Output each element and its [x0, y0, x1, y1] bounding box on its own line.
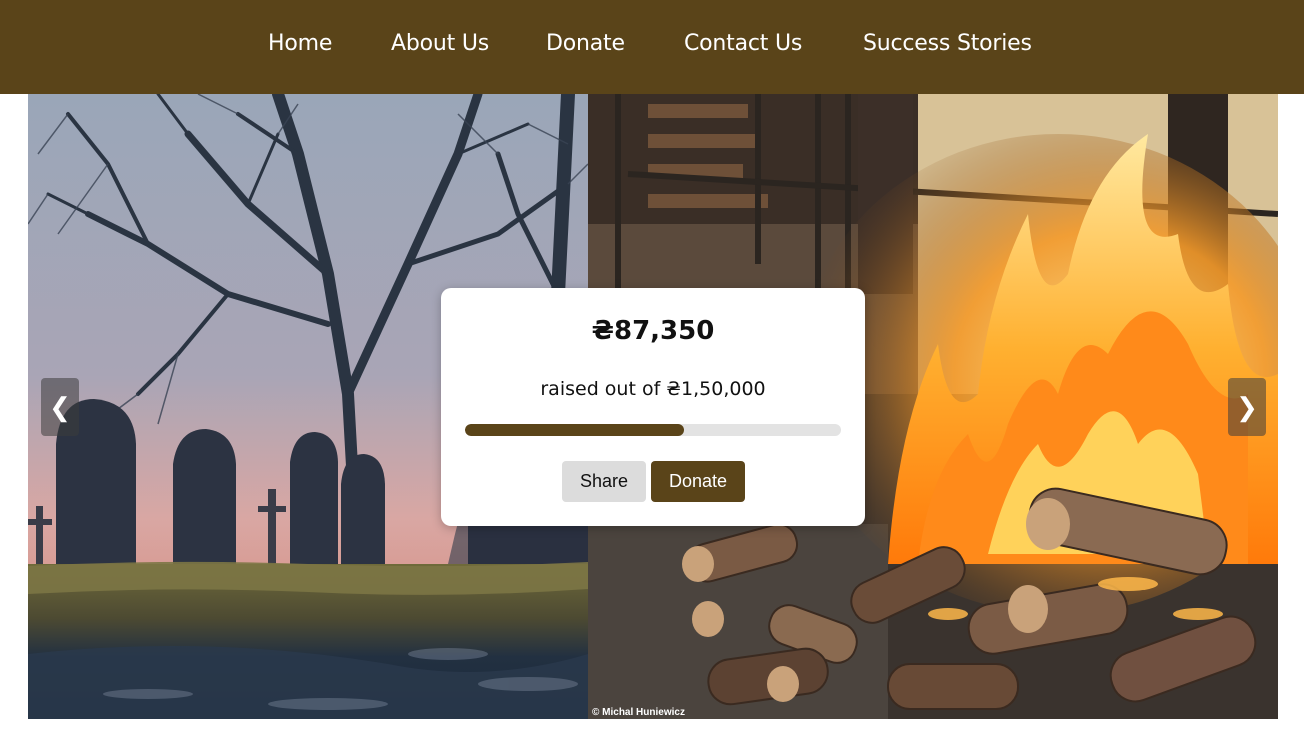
donate-button[interactable]: Donate	[651, 461, 745, 502]
top-navbar: Home About Us Donate Contact Us Success …	[0, 0, 1304, 94]
nav-success-stories-link[interactable]: Success Stories	[863, 31, 1032, 56]
photo-credit: © Michal Huniewicz	[592, 707, 685, 718]
nav-contact-link[interactable]: Contact Us	[684, 31, 802, 56]
nav-about-link[interactable]: About Us	[391, 31, 489, 56]
donation-progress-bar	[465, 424, 841, 436]
share-button[interactable]: Share	[562, 461, 646, 502]
raised-goal-text: raised out of ₴1,50,000	[540, 378, 766, 400]
fundraiser-card: ₴87,350 raised out of ₴1,50,000 Share Do…	[441, 288, 865, 526]
next-slide-arrow[interactable]: ❯	[1228, 378, 1266, 436]
raised-amount: ₴87,350	[591, 316, 715, 346]
nav-donate-link[interactable]: Donate	[546, 31, 625, 56]
prev-slide-arrow[interactable]: ❮	[41, 378, 79, 436]
nav-home-link[interactable]: Home	[268, 31, 332, 56]
donation-progress-fill	[465, 424, 684, 436]
